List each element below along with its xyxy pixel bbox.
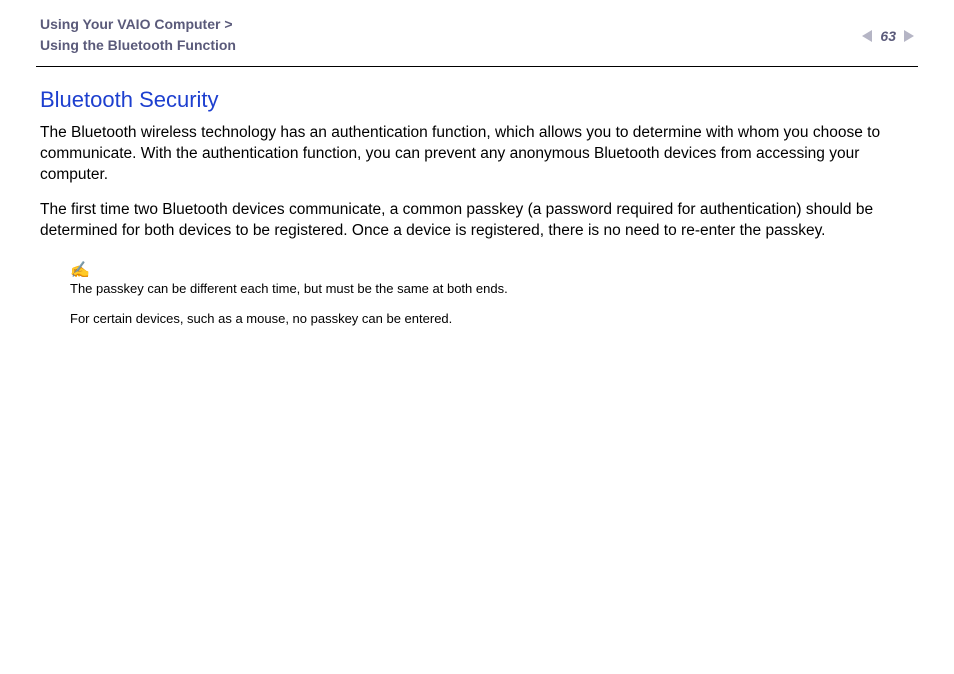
breadcrumb: Using Your VAIO Computer > Using the Blu… [40,14,236,56]
page-nav: 63 [862,14,914,44]
page-content: Bluetooth Security The Bluetooth wireles… [0,87,954,328]
paragraph-2: The first time two Bluetooth devices com… [40,200,914,242]
breadcrumb-line2: Using the Bluetooth Function [40,35,236,56]
next-page-icon[interactable] [904,30,914,42]
note-icon: ✍ [70,260,914,280]
note-text-2: For certain devices, such as a mouse, no… [70,310,914,328]
page-number: 63 [880,28,896,44]
note-block: ✍ The passkey can be different each time… [70,260,914,328]
header-divider [36,66,918,67]
breadcrumb-line1: Using Your VAIO Computer > [40,14,236,35]
note-text-1: The passkey can be different each time, … [70,280,914,298]
prev-page-icon[interactable] [862,30,872,42]
section-title: Bluetooth Security [40,87,914,113]
paragraph-1: The Bluetooth wireless technology has an… [40,123,914,186]
page-header: Using Your VAIO Computer > Using the Blu… [0,0,954,66]
